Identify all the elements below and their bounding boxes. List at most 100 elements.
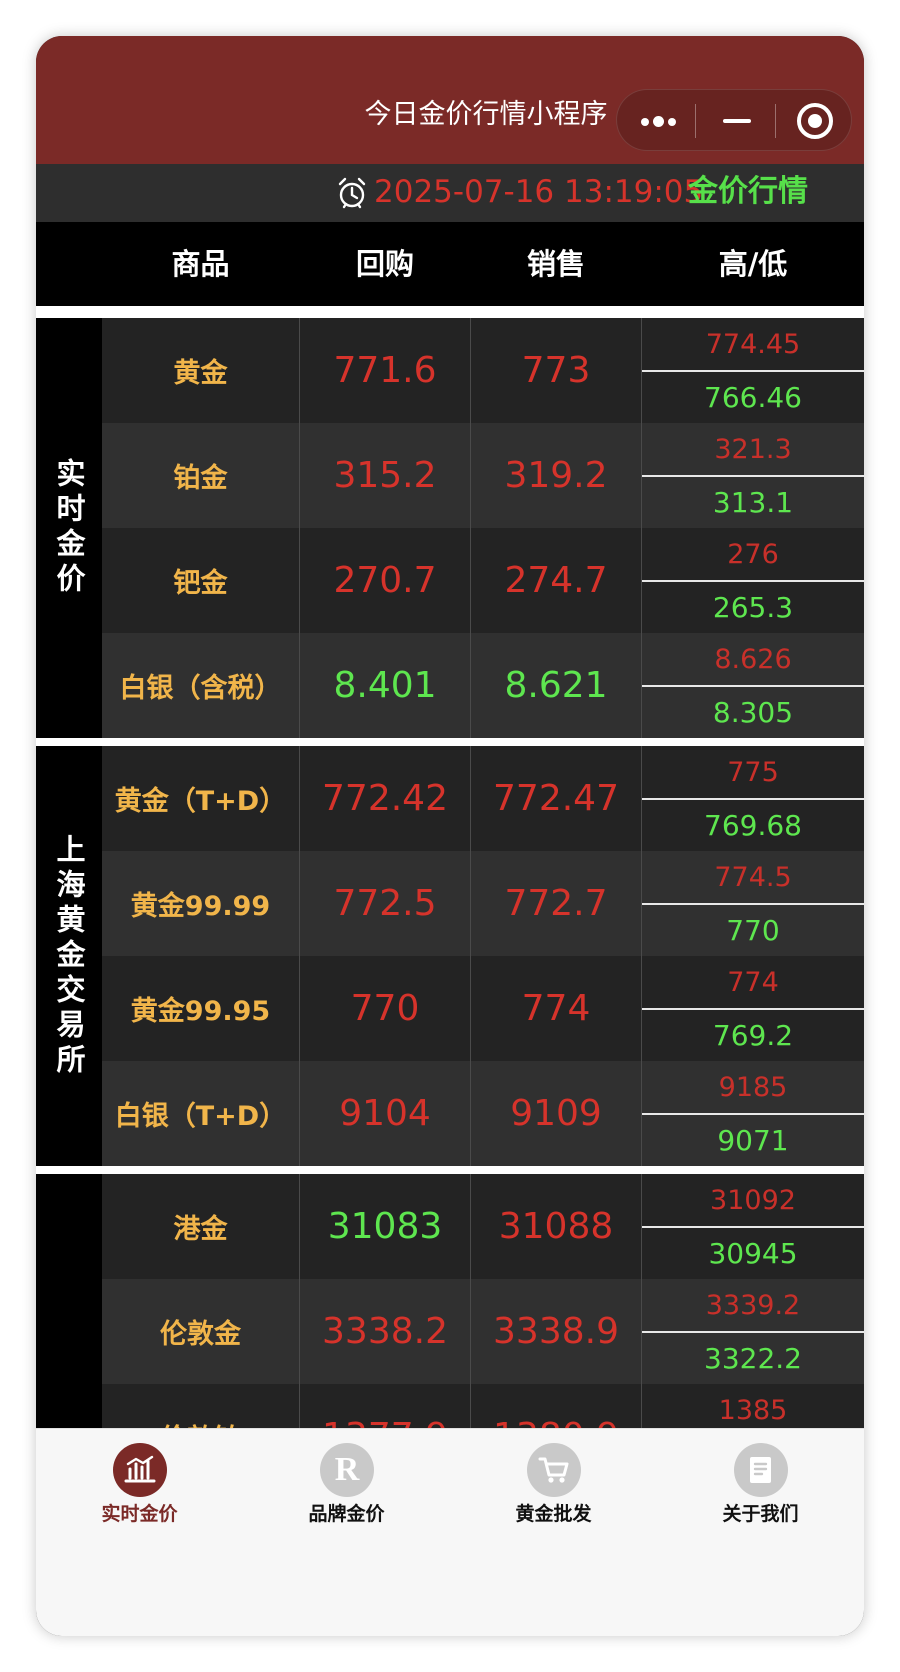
product-name: 黄金（T+D）: [114, 786, 287, 817]
sell-price: 319.2: [504, 455, 608, 496]
tab-brand-price[interactable]: R 品牌金价: [243, 1429, 450, 1535]
table-row[interactable]: 伦敦金 3338.2 3338.9 3339.2 3322.2: [102, 1279, 864, 1384]
high-low-cell: 276 265.3: [642, 528, 864, 633]
buy-price: 772.5: [333, 883, 437, 924]
phone-frame: 今日金价行情小程序 2025-07-16 13:19:05 金价行情 商品 回购…: [36, 36, 864, 1636]
high-price: 774.45: [705, 328, 801, 360]
high-price: 8.626: [714, 643, 792, 675]
r-brand-icon: R: [320, 1443, 374, 1497]
low-price: 769.68: [642, 798, 864, 851]
column-header-sell: 销售: [526, 247, 585, 281]
low-price: 313.1: [642, 475, 864, 528]
group-label: 实时金价: [36, 318, 102, 738]
table-row[interactable]: 白银（T+D） 9104 9109 9185 9071: [102, 1061, 864, 1166]
group-realtime: 实时金价 黄金 771.6 773 774.45 766.46 铂金 315.2…: [36, 318, 864, 738]
high-low-cell: 9185 9071: [642, 1061, 864, 1166]
capsule-divider: [695, 104, 696, 138]
tab-label: 关于我们: [722, 1503, 799, 1525]
table-row[interactable]: 黄金（T+D） 772.42 772.47 775 769.68: [102, 746, 864, 851]
table-row[interactable]: 黄金99.99 772.5 772.7 774.5 770: [102, 851, 864, 956]
product-name: 港金: [173, 1214, 228, 1245]
sell-price: 772.7: [504, 883, 608, 924]
sell-price: 31088: [498, 1206, 614, 1247]
high-low-cell: 321.3 313.1: [642, 423, 864, 528]
high-low-cell: 774 769.2: [642, 956, 864, 1061]
buy-price: 772.42: [322, 778, 448, 819]
low-price: 265.3: [642, 580, 864, 633]
high-price: 31092: [710, 1184, 796, 1216]
high-price: 774: [727, 966, 779, 998]
high-low-cell: 3339.2 3322.2: [642, 1279, 864, 1384]
tab-realtime-price[interactable]: 实时金价: [36, 1429, 243, 1535]
section-divider: [36, 738, 864, 746]
update-timestamp: 2025-07-16 13:19:05: [374, 174, 704, 210]
section-divider: [36, 306, 864, 318]
low-price: 3322.2: [642, 1331, 864, 1384]
market-label: 金价行情: [688, 174, 808, 209]
low-price: 770: [642, 903, 864, 956]
dot-icon: [668, 118, 676, 126]
low-price: 9071: [642, 1113, 864, 1166]
buy-price: 3338.2: [322, 1311, 448, 1352]
table-row[interactable]: 黄金 771.6 773 774.45 766.46: [102, 318, 864, 423]
table-row[interactable]: 黄金99.95 770 774 774 769.2: [102, 956, 864, 1061]
update-status-bar: 2025-07-16 13:19:05 金价行情: [36, 164, 864, 222]
high-low-cell: 775 769.68: [642, 746, 864, 851]
group-label: 上海黄金交易所: [36, 746, 102, 1166]
product-name: 白银（T+D）: [114, 1101, 287, 1132]
section-divider: [36, 1166, 864, 1174]
miniprogram-capsule: [616, 89, 852, 151]
close-miniprogram-button[interactable]: [777, 90, 855, 152]
group-shanghai-gold-exchange: 上海黄金交易所 黄金（T+D） 772.42 772.47 775 769.68…: [36, 746, 864, 1166]
high-price: 775: [727, 756, 779, 788]
bottom-tab-bar: 实时金价 R 品牌金价 黄金批发 关于我们: [36, 1428, 864, 1636]
high-price: 3339.2: [705, 1289, 801, 1321]
product-name: 钯金: [173, 568, 228, 599]
tab-gold-wholesale[interactable]: 黄金批发: [450, 1429, 657, 1535]
sell-price: 772.47: [493, 778, 619, 819]
column-header-high-low: 高/低: [718, 247, 788, 281]
high-low-cell: 774.5 770: [642, 851, 864, 956]
chart-icon: [113, 1443, 167, 1497]
sell-price: 274.7: [504, 560, 608, 601]
buy-price: 9104: [339, 1093, 431, 1134]
dot-icon: [653, 116, 664, 127]
product-name: 伦敦金: [160, 1319, 241, 1350]
buy-price: 315.2: [333, 455, 437, 496]
sell-price: 774: [521, 988, 591, 1029]
product-name: 白银（含税）: [119, 673, 282, 704]
buy-price: 31083: [327, 1206, 443, 1247]
buy-price: 270.7: [333, 560, 437, 601]
cart-icon: [527, 1443, 581, 1497]
dot-icon: [641, 118, 649, 126]
buy-price: 771.6: [333, 350, 437, 391]
tab-label: 实时金价: [101, 1503, 178, 1525]
low-price: 769.2: [642, 1008, 864, 1061]
buy-price: 770: [350, 988, 420, 1029]
more-menu-button[interactable]: [617, 90, 695, 152]
buy-price: 8.401: [333, 665, 437, 706]
high-price: 321.3: [714, 433, 792, 465]
table-row[interactable]: 港金 31083 31088 31092 30945: [102, 1174, 864, 1279]
product-name: 铂金: [173, 463, 228, 494]
low-price: 766.46: [642, 370, 864, 423]
high-low-cell: 31092 30945: [642, 1174, 864, 1279]
table-row[interactable]: 钯金 270.7 274.7 276 265.3: [102, 528, 864, 633]
tab-about-us[interactable]: 关于我们: [657, 1429, 864, 1535]
low-price: 8.305: [642, 685, 864, 738]
tab-label: 品牌金价: [308, 1503, 385, 1525]
page-title: 今日金价行情小程序: [364, 99, 608, 130]
sell-price: 9109: [510, 1093, 602, 1134]
product-name: 黄金99.99: [130, 891, 271, 922]
high-price: 276: [727, 538, 779, 570]
table-row[interactable]: 铂金 315.2 319.2 321.3 313.1: [102, 423, 864, 528]
alarm-clock-icon: [338, 177, 366, 209]
table-row[interactable]: 白银（含税） 8.401 8.621 8.626 8.305: [102, 633, 864, 738]
minimize-button[interactable]: [697, 90, 775, 152]
high-low-cell: 8.626 8.305: [642, 633, 864, 738]
column-header-product: 商品: [171, 247, 230, 281]
target-core: [808, 114, 822, 128]
capsule-divider: [775, 104, 776, 138]
sell-price: 3338.9: [493, 1311, 619, 1352]
sell-price: 773: [521, 350, 591, 391]
